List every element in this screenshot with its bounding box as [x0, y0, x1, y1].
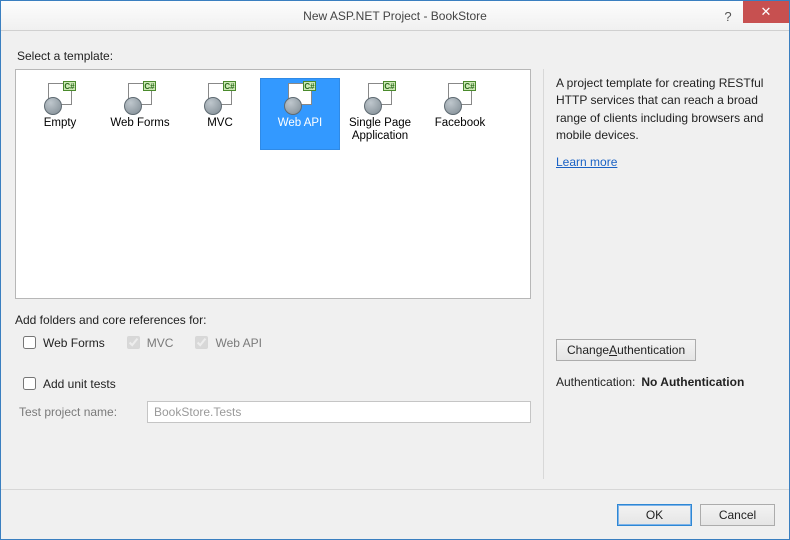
test-project-input[interactable] — [147, 401, 531, 423]
ref-checkbox-label: Web Forms — [43, 336, 105, 350]
left-column: C#EmptyC#Web FormsC#MVCC#Web APIC#Single… — [15, 69, 531, 479]
template-label: Web API — [278, 117, 323, 130]
authentication-value: No Authentication — [641, 375, 744, 389]
template-label: Web Forms — [110, 117, 169, 130]
csharp-web-template-icon: C# — [282, 83, 318, 115]
ref-checkbox-label: MVC — [147, 336, 174, 350]
csharp-web-template-icon: C# — [362, 83, 398, 115]
template-label: MVC — [207, 117, 233, 130]
titlebar-controls: ? ✕ — [713, 1, 789, 30]
cancel-button[interactable]: Cancel — [700, 504, 775, 526]
csharp-web-template-icon: C# — [202, 83, 238, 115]
csharp-web-template-icon: C# — [42, 83, 78, 115]
close-button-wrap: ✕ — [743, 1, 789, 30]
template-item-facebook[interactable]: C# Facebook — [420, 78, 500, 150]
add-unit-tests-input[interactable] — [23, 377, 36, 390]
unit-tests-section: Add unit tests — [19, 374, 531, 393]
right-column: A project template for creating RESTful … — [543, 69, 775, 479]
template-item-single-page-application[interactable]: C#Single Page Application — [340, 78, 420, 150]
dialog-footer: OK Cancel — [1, 489, 789, 539]
columns: C#EmptyC#Web FormsC#MVCC#Web APIC#Single… — [15, 69, 775, 479]
window-title: New ASP.NET Project - BookStore — [303, 9, 487, 23]
dialog-content: Select a template: C# Empty C# Web Forms C# M… — [1, 31, 789, 479]
template-item-mvc[interactable]: C# MVC — [180, 78, 260, 150]
close-icon[interactable]: ✕ — [743, 1, 789, 23]
help-icon[interactable]: ? — [713, 1, 743, 31]
test-project-label: Test project name: — [19, 405, 139, 419]
template-label: Facebook — [435, 117, 486, 130]
template-label: Single Page Application — [341, 117, 419, 143]
ref-checkbox-input[interactable] — [23, 336, 36, 349]
dialog-window: New ASP.NET Project - BookStore ? ✕ Sele… — [0, 0, 790, 540]
ok-button[interactable]: OK — [617, 504, 692, 526]
authentication-row: Authentication: No Authentication — [556, 375, 775, 389]
titlebar: New ASP.NET Project - BookStore ? ✕ — [1, 1, 789, 31]
authentication-label: Authentication: — [556, 375, 635, 389]
ref-checkbox-web-forms[interactable]: Web Forms — [19, 333, 105, 352]
change-authentication-button[interactable]: Change Authentication — [556, 339, 696, 361]
add-unit-tests-checkbox[interactable]: Add unit tests — [19, 374, 531, 393]
references-row: Web Forms MVC Web API — [19, 333, 531, 352]
ref-checkbox-mvc: MVC — [123, 333, 174, 352]
template-label: Empty — [44, 117, 77, 130]
csharp-web-template-icon: C# — [442, 83, 478, 115]
ref-checkbox-input — [127, 336, 140, 349]
select-template-label: Select a template: — [17, 49, 775, 63]
ref-checkbox-web-api: Web API — [191, 333, 261, 352]
template-description: A project template for creating RESTful … — [556, 75, 775, 145]
ref-checkbox-label: Web API — [215, 336, 261, 350]
add-unit-tests-label: Add unit tests — [43, 377, 116, 391]
learn-more-link[interactable]: Learn more — [556, 155, 775, 169]
csharp-web-template-icon: C# — [122, 83, 158, 115]
template-item-web-api[interactable]: C# Web API — [260, 78, 340, 150]
ref-checkbox-input — [195, 336, 208, 349]
template-item-web-forms[interactable]: C# Web Forms — [100, 78, 180, 150]
references-label: Add folders and core references for: — [15, 313, 531, 327]
test-project-row: Test project name: — [19, 401, 531, 423]
template-list[interactable]: C#EmptyC#Web FormsC#MVCC#Web APIC#Single… — [15, 69, 531, 299]
template-item-empty[interactable]: C# Empty — [20, 78, 100, 150]
